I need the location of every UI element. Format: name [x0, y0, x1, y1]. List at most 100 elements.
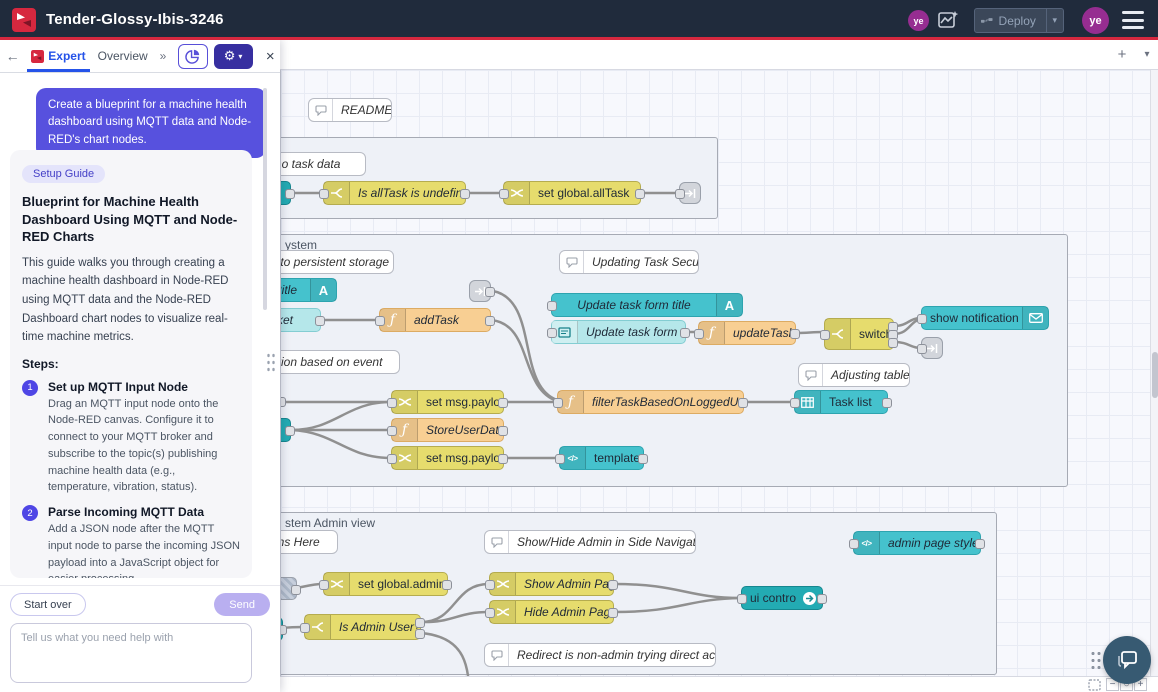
- send-button[interactable]: Send: [214, 593, 270, 616]
- node-filtertask-function[interactable]: ƒ filterTaskBasedOnLoggedUser: [557, 390, 744, 414]
- port-in[interactable]: [849, 539, 859, 549]
- node-template[interactable]: </> template: [559, 446, 644, 470]
- port-out[interactable]: [485, 316, 495, 326]
- flow-canvas[interactable]: ystem stem Admin view README: [280, 70, 1150, 676]
- port-in[interactable]: [499, 189, 509, 199]
- start-over-button[interactable]: Start over: [10, 593, 86, 616]
- node-link-out[interactable]: [679, 182, 701, 204]
- node-hide-admin-page[interactable]: Hide Admin Page: [489, 600, 614, 624]
- node-is-alltask-undefined[interactable]: Is allTask is undefined: [323, 181, 466, 205]
- node-show-notification[interactable]: show notification: [921, 306, 1049, 330]
- comment-updating-task[interactable]: Updating Task Securely: [559, 250, 699, 274]
- more-tabs-chevrons[interactable]: »: [154, 49, 173, 63]
- port-in[interactable]: [547, 301, 557, 311]
- port-stub[interactable]: [280, 397, 286, 407]
- comment-readme[interactable]: README: [308, 98, 392, 122]
- node-source-stub[interactable]: [280, 418, 291, 442]
- port-in[interactable]: [553, 398, 563, 408]
- node-ticket-form[interactable]: ticket: [280, 308, 321, 332]
- port-in[interactable]: [917, 344, 927, 354]
- node-update-task-form-title[interactable]: A Update task form title: [551, 293, 743, 317]
- sidebar-resize-grip[interactable]: [266, 352, 275, 374]
- node-show-admin-page[interactable]: Show Admin Page: [489, 572, 614, 596]
- port-in[interactable]: [917, 314, 927, 324]
- port-out[interactable]: [285, 189, 295, 199]
- comment-admins-here[interactable]: mins Here: [280, 530, 338, 554]
- port-in[interactable]: [547, 328, 557, 338]
- node-set-global-alltask[interactable]: set global.allTask: [503, 181, 641, 205]
- flow-list-button[interactable]: ▾: [1135, 44, 1158, 66]
- port-in[interactable]: [300, 623, 310, 633]
- port-out[interactable]: [635, 189, 645, 199]
- back-arrow-icon[interactable]: ←: [0, 48, 25, 64]
- avatar-small[interactable]: ye: [908, 10, 929, 31]
- node-set-msg-payload-2[interactable]: set msg.payload: [391, 446, 504, 470]
- sidebar-scrollbar-thumb[interactable]: [263, 88, 267, 310]
- add-flow-button[interactable]: +: [1110, 44, 1134, 66]
- node-admin-page-style[interactable]: </> admin page style: [853, 531, 981, 555]
- node-source-stub-2[interactable]: [280, 617, 283, 641]
- port-in[interactable]: [319, 189, 329, 199]
- port-out[interactable]: [608, 580, 618, 590]
- pie-chart-button[interactable]: [178, 44, 207, 69]
- ai-assistant-icon[interactable]: [936, 8, 960, 32]
- canvas-vertical-scrollbar[interactable]: [1150, 70, 1158, 676]
- port-out[interactable]: [498, 398, 508, 408]
- port-in[interactable]: [375, 316, 385, 326]
- comment-action-event[interactable]: action based on event: [280, 350, 400, 374]
- port-in[interactable]: [790, 398, 800, 408]
- hamburger-menu-icon[interactable]: [1122, 11, 1144, 29]
- comment-demo-task-data[interactable]: emo task data: [280, 152, 366, 176]
- port-out[interactable]: [285, 426, 295, 436]
- node-updatetask-function[interactable]: ƒ updateTask: [698, 321, 796, 345]
- tab-overview[interactable]: Overview: [92, 40, 154, 72]
- comment-adjusting-table[interactable]: Adjusting table: [798, 363, 910, 387]
- port-out[interactable]: [280, 625, 287, 635]
- port-out[interactable]: [485, 287, 495, 297]
- close-icon[interactable]: ×: [261, 48, 280, 65]
- minimap-toggle-icon[interactable]: [1088, 679, 1101, 691]
- chat-fab-button[interactable]: [1103, 636, 1151, 684]
- port-in[interactable]: [387, 426, 397, 436]
- port-out[interactable]: [315, 316, 325, 326]
- node-storeuserdata-function[interactable]: ƒ StoreUserData: [391, 418, 504, 442]
- port-out[interactable]: [498, 454, 508, 464]
- node-update-task-form[interactable]: Update task form: [551, 320, 686, 344]
- port-in[interactable]: [387, 398, 397, 408]
- settings-dropdown-button[interactable]: ⚙▾: [214, 44, 253, 69]
- port-out[interactable]: [738, 398, 748, 408]
- node-form-title[interactable]: A m title: [280, 278, 337, 302]
- node-task-list[interactable]: Task list: [794, 390, 888, 414]
- node-link-out-3[interactable]: [921, 337, 943, 359]
- port-out[interactable]: [680, 328, 690, 338]
- port-out[interactable]: [790, 329, 800, 339]
- port-in[interactable]: [675, 189, 685, 199]
- port-in[interactable]: [737, 594, 747, 604]
- comment-show-hide-admin[interactable]: Show/Hide Admin in Side Navigation: [484, 530, 696, 554]
- port-out[interactable]: [882, 398, 892, 408]
- deploy-button[interactable]: Deploy ▾: [974, 8, 1064, 33]
- port-in[interactable]: [485, 608, 495, 618]
- comment-redirect-nonadmin[interactable]: Redirect is non-admin trying direct acce…: [484, 643, 716, 667]
- node-hatched-stub[interactable]: [280, 577, 297, 600]
- node-is-admin-user[interactable]: Is Admin User?: [304, 614, 421, 640]
- port-out[interactable]: [460, 189, 470, 199]
- node-set-global-admins[interactable]: set global.admins: [323, 572, 448, 596]
- node-link-in-stub[interactable]: [280, 181, 291, 205]
- port-in[interactable]: [485, 580, 495, 590]
- port-out[interactable]: [608, 608, 618, 618]
- port-in[interactable]: [387, 454, 397, 464]
- scrollbar-thumb[interactable]: [1152, 352, 1158, 398]
- port-in[interactable]: [694, 329, 704, 339]
- port-in[interactable]: [820, 330, 830, 340]
- avatar-large[interactable]: ye: [1082, 7, 1109, 34]
- port-out-1[interactable]: [415, 618, 425, 628]
- port-out[interactable]: [817, 594, 827, 604]
- port-out[interactable]: [291, 585, 301, 595]
- node-ui-control[interactable]: ui control: [741, 586, 823, 610]
- port-out[interactable]: [975, 539, 985, 549]
- node-addtask-function[interactable]: ƒ addTask: [379, 308, 491, 332]
- port-out[interactable]: [498, 426, 508, 436]
- fab-drag-handle[interactable]: [1090, 650, 1102, 671]
- port-in[interactable]: [555, 454, 565, 464]
